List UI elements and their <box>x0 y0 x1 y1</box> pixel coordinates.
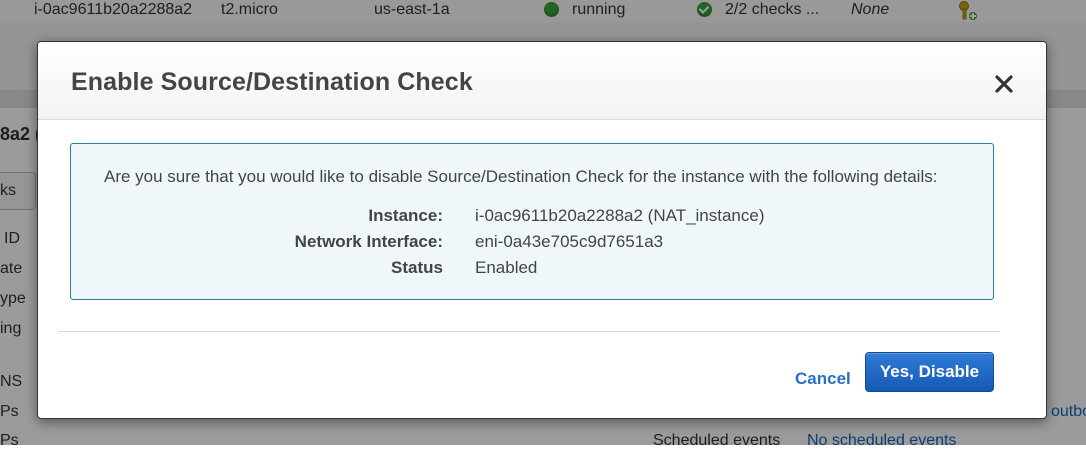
status-label: Status <box>391 258 443 277</box>
cancel-button[interactable]: Cancel <box>795 369 851 389</box>
dialog-header: Enable Source/Destination Check <box>38 42 1046 120</box>
network-interface-label: Network Interface: <box>294 232 443 251</box>
confirmation-info-box: Are you sure that you would like to disa… <box>70 143 994 300</box>
dialog-title: Enable Source/Destination Check <box>71 68 473 96</box>
instance-label: Instance: <box>368 206 443 225</box>
status-value: Enabled <box>475 258 538 277</box>
enable-source-dest-check-dialog: Enable Source/Destination Check Are you … <box>37 41 1047 419</box>
footer-divider <box>58 331 1000 332</box>
instance-value: i-0ac9611b20a2288a2 (NAT_instance) <box>475 206 765 225</box>
yes-disable-button[interactable]: Yes, Disable <box>865 352 994 392</box>
confirmation-message: Are you sure that you would like to disa… <box>104 167 938 186</box>
close-icon[interactable] <box>992 72 1016 96</box>
network-interface-value: eni-0a43e705c9d7651a3 <box>475 232 664 251</box>
